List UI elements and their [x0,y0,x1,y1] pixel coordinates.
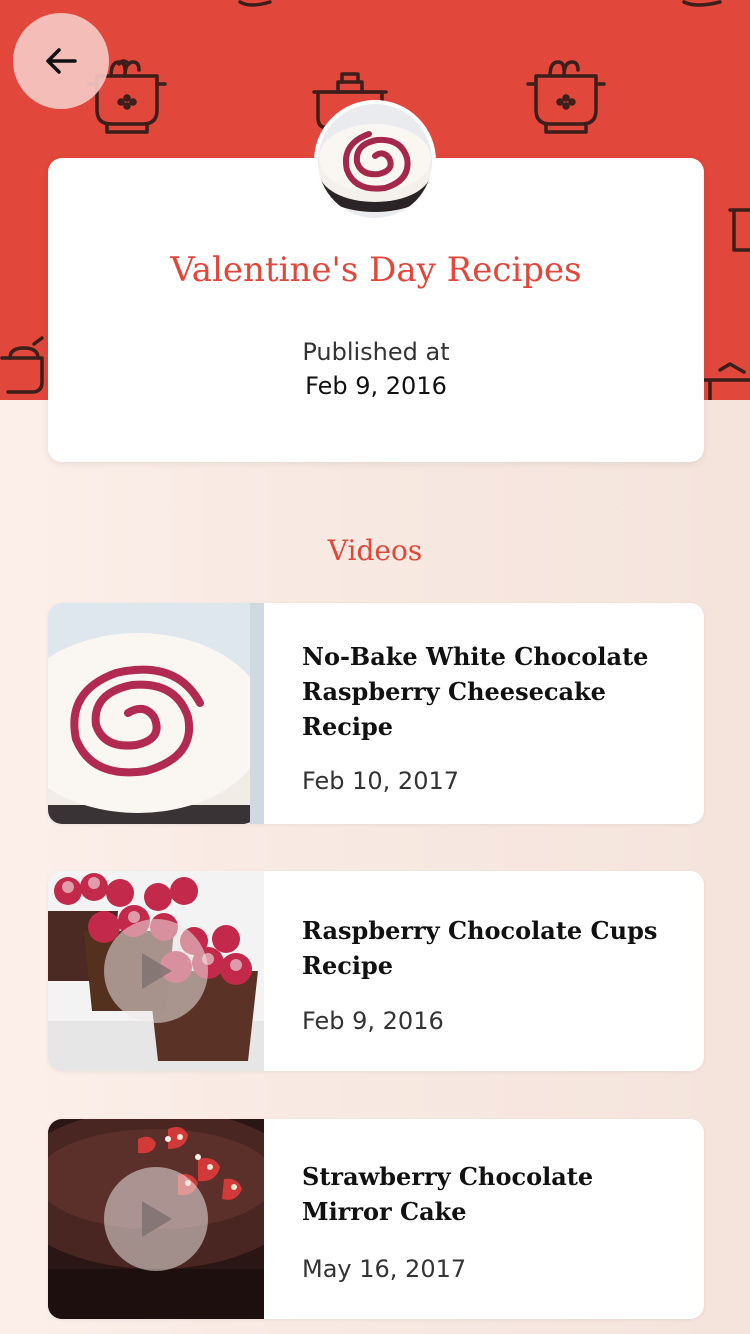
play-button[interactable] [104,919,208,1023]
video-card[interactable]: No-Bake White Chocolate Raspberry Cheese… [48,603,704,824]
video-thumbnail [48,603,264,824]
play-icon [142,953,172,989]
video-card[interactable]: Strawberry Chocolate Mirror Cake May 16,… [48,1119,704,1319]
cheesecake-thumbnail-image [48,603,264,824]
cheesecake-avatar-image [318,104,432,218]
video-thumbnail [48,1119,264,1319]
videos-section-title: Videos [327,534,423,567]
video-date: Feb 9, 2016 [302,1007,444,1035]
video-title: Strawberry Chocolate Mirror Cake [302,1162,594,1226]
published-label: Published at [302,338,450,366]
video-date: Feb 10, 2017 [302,767,459,795]
video-thumbnail [48,871,264,1071]
video-title: No-Bake White Chocolate Raspberry Cheese… [302,642,649,741]
back-button[interactable] [13,13,109,109]
recipe-avatar [314,100,436,222]
video-title: Raspberry Chocolate Cups Recipe [302,916,658,980]
play-button[interactable] [104,1167,208,1271]
video-card[interactable]: Raspberry Chocolate Cups Recipe Feb 9, 2… [48,871,704,1071]
video-date: May 16, 2017 [302,1255,467,1283]
play-icon [142,1201,172,1237]
arrow-left-icon [46,48,77,74]
published-date: Feb 9, 2016 [305,372,447,400]
page-title: Valentine's Day Recipes [170,250,582,290]
